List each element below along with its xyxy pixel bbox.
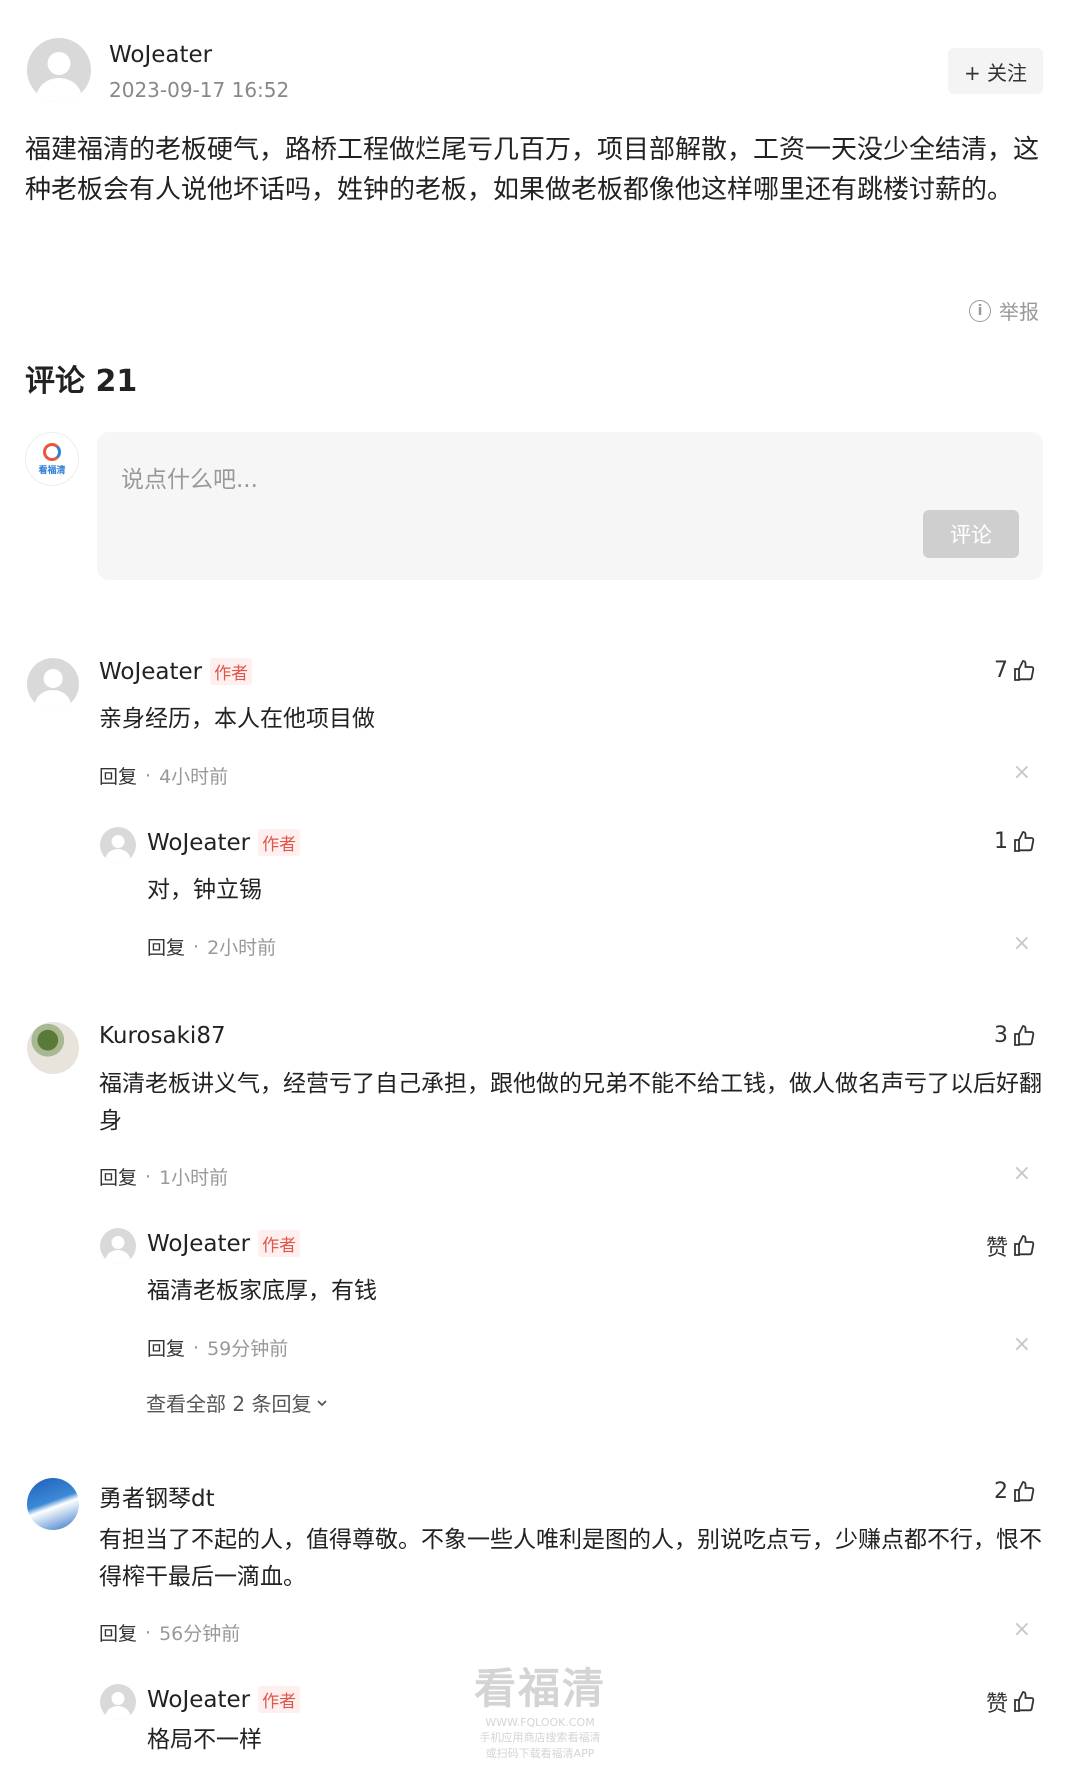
like-button[interactable]: 2 [994, 1479, 1036, 1504]
comment-meta: 回复 · 1小时前 [99, 1163, 228, 1190]
submit-comment-button[interactable]: 评论 [923, 510, 1019, 558]
reply-text: 格局不一样 [147, 1727, 262, 1753]
like-button[interactable]: 1 [994, 829, 1036, 854]
reply-meta: 回复 · 2小时前 [147, 933, 276, 960]
reply-author-name-text: WoJeater [147, 829, 251, 856]
logo-text: 看福清 [38, 465, 66, 476]
watermark-title: 看福清 [473, 1664, 606, 1713]
info-icon: i [969, 299, 991, 322]
view-all-label: 查看全部 2 条回复 [146, 1392, 312, 1416]
like-count: 7 [994, 658, 1008, 683]
like-count: 1 [994, 829, 1008, 854]
like-count: 2 [994, 1479, 1008, 1504]
my-avatar: 看福清 [25, 432, 79, 486]
reply-time: 59分钟前 [207, 1338, 289, 1360]
thumbs-up-icon [1014, 1480, 1035, 1502]
reply-author-name[interactable]: WoJeater 作者 [147, 1230, 301, 1257]
reply-avatar[interactable] [100, 827, 136, 863]
reply-author-name-text: WoJeater [147, 1686, 251, 1713]
meta-separator: · [193, 935, 200, 958]
reply-text: 对，钟立锡 [147, 877, 262, 903]
comment-text: 有担当了不起的人，值得尊敬。不象一些人唯利是图的人，别说吃点亏，少赚点都不行，恨… [99, 1527, 1042, 1590]
watermark-line-2: 或扫码下载看福清APP [485, 1747, 595, 1760]
logo-icon [43, 442, 61, 461]
like-button[interactable]: 7 [994, 658, 1036, 683]
commenter-name[interactable]: WoJeater 作者 [99, 658, 253, 685]
like-label: 赞 [985, 1236, 1008, 1261]
commenter-name-text: 勇者钢琴dt [99, 1486, 215, 1512]
comment-text: 福清老板讲义气，经营亏了自己承担，跟他做的兄弟不能不给工钱，做人做名声亏了以后好… [99, 1071, 1042, 1134]
post-timestamp: 2023-09-17 16:52 [109, 78, 290, 102]
follow-button[interactable]: + 关注 [948, 48, 1043, 94]
reply-author-name-text: WoJeater [147, 1230, 251, 1257]
close-icon[interactable]: × [1013, 1161, 1031, 1186]
commenter-avatar[interactable] [27, 658, 79, 710]
reply-button[interactable]: 回复 [99, 1163, 137, 1190]
reply-button[interactable]: 回复 [147, 1334, 185, 1361]
reply-text: 福清老板家底厚，有钱 [147, 1278, 377, 1304]
comment-input[interactable]: 说点什么吧... 评论 [97, 432, 1043, 580]
meta-separator: · [145, 764, 152, 787]
reply-time: 2小时前 [207, 937, 277, 959]
thumbs-up-icon [1014, 659, 1035, 681]
meta-separator: · [193, 1336, 200, 1359]
report-label: 举报 [999, 300, 1039, 324]
post-body: 福建福清的老板硬气，路桥工程做烂尾亏几百万，项目部解散，工资一天没少全结清，这种… [25, 135, 1040, 205]
thumbs-up-icon [1014, 1024, 1035, 1046]
reply-meta: 回复 · 59分钟前 [147, 1334, 288, 1361]
comment-input-placeholder: 说点什么吧... [121, 467, 258, 493]
author-badge: 作者 [258, 1686, 301, 1713]
close-icon[interactable]: × [1013, 1332, 1031, 1357]
thumbs-up-icon [1014, 1691, 1035, 1712]
like-button[interactable]: 3 [994, 1023, 1036, 1048]
comment-time: 56分钟前 [159, 1623, 241, 1645]
post-author-name[interactable]: WoJeater [109, 42, 212, 68]
commenter-name-text: WoJeater [99, 658, 203, 685]
author-badge: 作者 [210, 658, 253, 685]
comment-meta: 回复 · 56分钟前 [99, 1619, 240, 1646]
comment-time: 4小时前 [159, 766, 229, 788]
commenter-avatar[interactable] [27, 1478, 79, 1530]
author-avatar[interactable] [27, 38, 91, 102]
chevron-down-icon [317, 1399, 328, 1406]
watermark-url: WWW.FQLOOK.COM [485, 1716, 595, 1729]
meta-separator: · [145, 1165, 152, 1188]
reply-avatar[interactable] [100, 1228, 136, 1264]
comments-heading: 评论 21 [25, 364, 138, 399]
close-icon[interactable]: × [1013, 1617, 1031, 1642]
comment-text: 亲身经历，本人在他项目做 [99, 706, 375, 732]
author-badge: 作者 [258, 829, 301, 856]
reply-author-name[interactable]: WoJeater 作者 [147, 1686, 301, 1713]
reply-button[interactable]: 回复 [99, 762, 137, 789]
reply-button[interactable]: 回复 [147, 933, 185, 960]
close-icon[interactable]: × [1013, 760, 1031, 785]
like-button[interactable]: 赞 [986, 1230, 1036, 1262]
close-icon[interactable]: × [1013, 931, 1031, 956]
like-button[interactable]: 赞 [986, 1686, 1036, 1718]
watermark-line-1: 手机应用商店搜索看福清 [479, 1731, 601, 1744]
comment-meta: 回复 · 4小时前 [99, 762, 228, 789]
reply-author-name[interactable]: WoJeater 作者 [147, 829, 301, 856]
meta-separator: · [145, 1621, 152, 1644]
commenter-avatar[interactable] [27, 1022, 79, 1074]
author-badge: 作者 [258, 1230, 301, 1257]
commenter-name-text: Kurosaki87 [99, 1023, 226, 1049]
commenter-name[interactable]: Kurosaki87 [99, 1023, 226, 1049]
reply-button[interactable]: 回复 [99, 1619, 137, 1646]
watermark: 看福清 WWW.FQLOOK.COM 手机应用商店搜索看福清 或扫码下载看福清A… [470, 1655, 610, 1761]
thumbs-up-icon [1014, 830, 1035, 852]
report-button[interactable]: i 举报 [969, 296, 1039, 325]
view-all-replies-link[interactable]: 查看全部 2 条回复 [146, 1388, 329, 1417]
commenter-name[interactable]: 勇者钢琴dt [99, 1479, 215, 1513]
comment-time: 1小时前 [159, 1167, 229, 1189]
like-count: 3 [994, 1023, 1008, 1048]
reply-avatar[interactable] [100, 1684, 136, 1720]
post-header: WoJeater 2023-09-17 16:52 + 关注 [27, 38, 1043, 104]
like-label: 赞 [985, 1692, 1008, 1717]
thumbs-up-icon [1014, 1235, 1035, 1256]
